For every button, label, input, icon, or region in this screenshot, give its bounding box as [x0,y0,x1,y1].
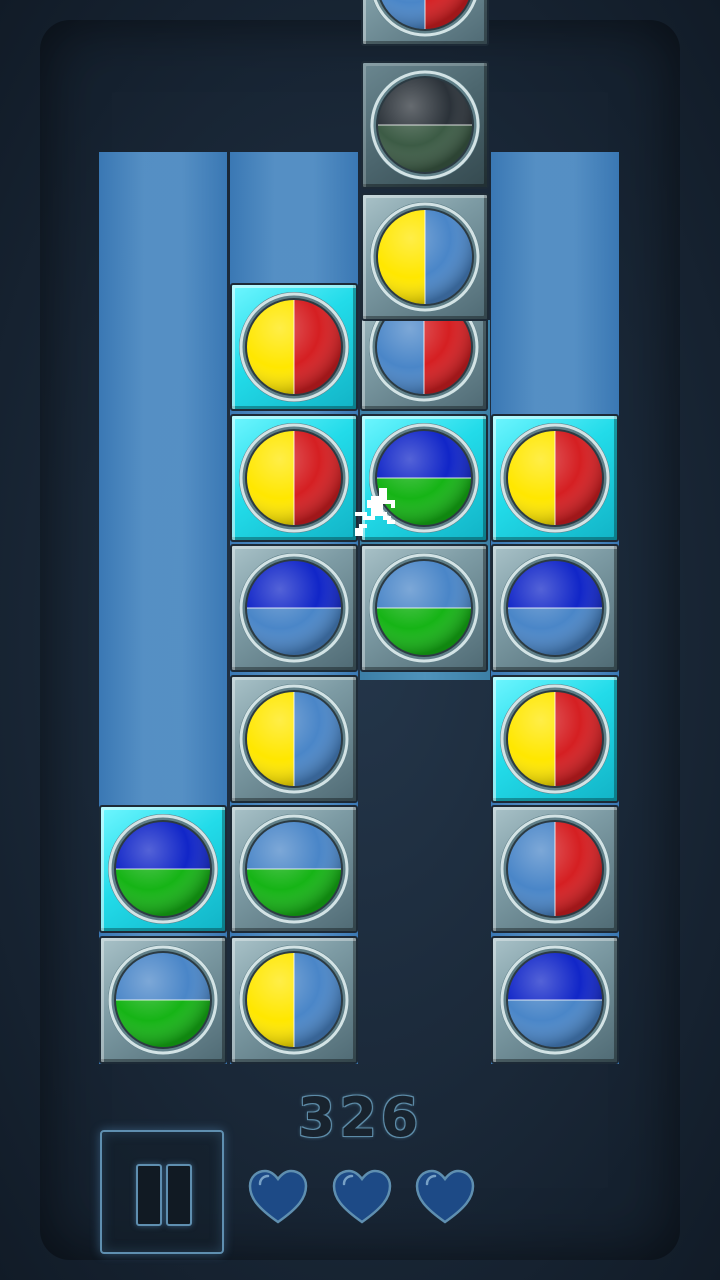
game-tile[interactable] [361,0,489,46]
color-orb [499,422,610,533]
color-orb [238,292,349,402]
game-tile[interactable] [360,544,488,672]
color-orb [369,553,479,663]
color-orb [108,814,218,924]
heart-icon [415,1169,475,1224]
game-tile[interactable] [361,61,489,189]
game-tile[interactable] [490,674,619,803]
color-orb [238,553,349,663]
color-orb [370,202,480,312]
game-tile[interactable] [229,935,358,1064]
heart-icon [248,1169,308,1224]
color-orb [499,553,610,663]
color-orb [373,0,477,37]
color-orb [499,683,610,794]
game-tile[interactable] [361,193,489,321]
game-tile[interactable] [99,935,227,1064]
game-tile[interactable] [229,805,358,933]
game-tile[interactable] [229,674,358,803]
color-orb [238,683,349,794]
pause-icon [166,1164,192,1226]
game-tile[interactable] [490,413,619,542]
color-orb [108,944,218,1055]
color-orb [499,944,610,1055]
game-tile[interactable] [99,805,227,933]
color-orb [499,814,610,924]
color-orb [370,70,480,180]
game-tile[interactable] [490,935,619,1064]
game-tile[interactable] [229,413,358,542]
color-orb [238,944,349,1055]
game-tile[interactable] [229,283,358,411]
game-tile[interactable] [490,544,619,672]
color-orb [238,814,349,924]
game-tile[interactable] [229,544,358,672]
runner-icon [355,488,395,536]
pause-button[interactable] [100,1130,224,1254]
color-orb [238,422,349,533]
heart-icon [332,1169,392,1224]
game-tile[interactable] [490,805,619,933]
pause-icon [136,1164,162,1226]
